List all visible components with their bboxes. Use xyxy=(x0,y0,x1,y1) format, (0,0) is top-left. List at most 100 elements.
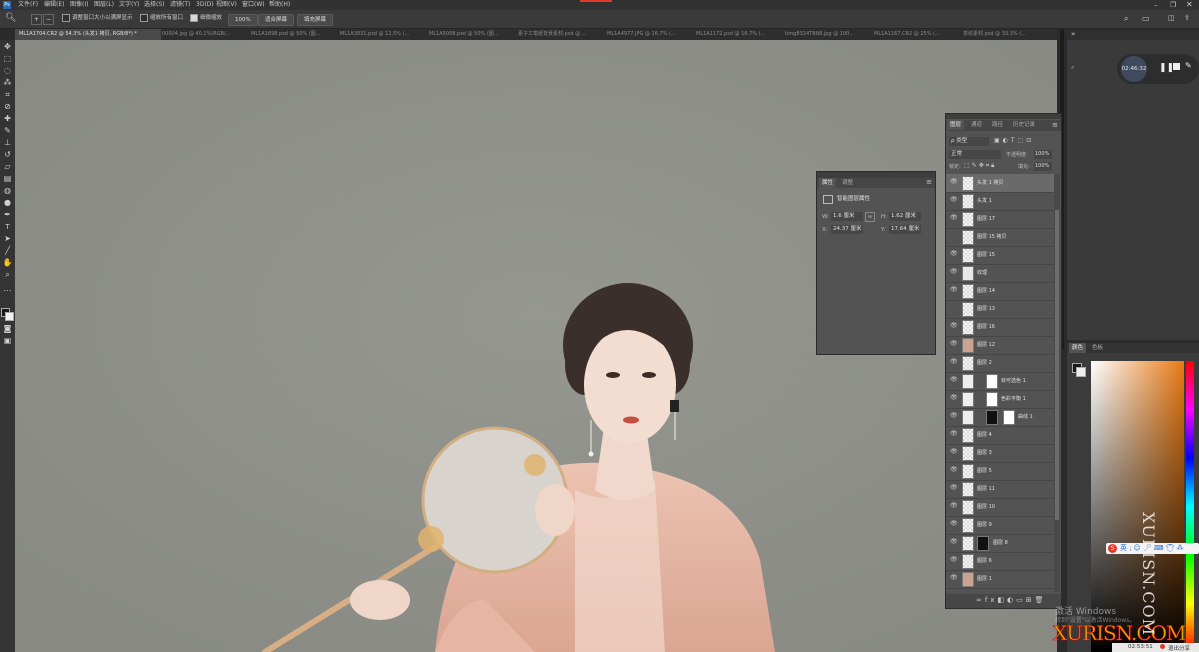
background-color-swatch[interactable] xyxy=(5,312,14,321)
clone-stamp-icon[interactable]: ⊥ xyxy=(2,138,13,148)
blend-mode-select[interactable]: 正常 xyxy=(949,150,1001,159)
gradient-icon[interactable]: ▤ xyxy=(2,174,13,184)
menu-3d[interactable]: 3D(D) xyxy=(196,0,214,10)
dodge-tool-icon[interactable]: ● xyxy=(2,198,13,208)
menu-help[interactable]: 帮助(H) xyxy=(269,0,290,10)
tab-channels[interactable]: 通道 xyxy=(968,120,985,130)
line-tool-icon[interactable]: ╱ xyxy=(2,246,13,256)
visibility-eye-icon[interactable]: 👁︎ xyxy=(950,196,958,204)
menu-view[interactable]: 视图(V) xyxy=(216,0,237,10)
fit-screen-button[interactable]: 适合屏幕 xyxy=(258,14,295,26)
arrange-icon[interactable]: ◫ xyxy=(1168,14,1175,22)
visibility-eye-icon[interactable]: 👁︎ xyxy=(950,466,958,474)
layers-scrollbar-thumb[interactable] xyxy=(1055,210,1059,520)
filter-icons[interactable]: ▣◐T⬚⊡ xyxy=(994,137,1034,144)
layer-row[interactable]: 👁︎ 图层 15 xyxy=(946,246,1054,265)
visibility-eye-icon[interactable]: 👁︎ xyxy=(950,484,958,492)
visibility-eye-icon[interactable]: 👁︎ xyxy=(950,412,958,420)
move-tool-icon[interactable]: ✥ xyxy=(2,42,13,52)
layer-row[interactable]: 👁︎ 图层 8 xyxy=(946,534,1054,553)
pencil-icon[interactable]: ✎ xyxy=(1185,61,1192,70)
hand-tool-icon[interactable]: ✋ xyxy=(2,258,13,268)
exit-share-button[interactable]: 退出分享 xyxy=(1168,644,1190,652)
zoom-in-icon[interactable]: + xyxy=(31,14,42,25)
visibility-eye-icon[interactable]: 👁︎ xyxy=(950,340,958,348)
visibility-eye-icon[interactable]: 👁︎ xyxy=(950,214,958,222)
menu-edit[interactable]: 编辑(E) xyxy=(44,0,64,10)
search-icon[interactable]: ⌕ xyxy=(1071,64,1074,72)
tab-paths[interactable]: 路径 xyxy=(989,120,1006,130)
hue-slider[interactable] xyxy=(1186,361,1194,652)
tab-document-1[interactable]: ML1A1704.CR2 @ 54.3% (头发1 拷贝, RGB/8*) * xyxy=(15,29,161,40)
visibility-eye-icon[interactable]: 👁︎ xyxy=(950,574,958,582)
pen-tool-icon[interactable]: ✒ xyxy=(2,210,13,220)
visibility-eye-icon[interactable]: 👁︎ xyxy=(950,322,958,330)
layer-row[interactable]: 👁︎ 图层 1 xyxy=(946,570,1054,589)
layer-row[interactable]: 👁︎ 纹理 xyxy=(946,264,1054,283)
background-color-swatch[interactable] xyxy=(1076,367,1086,377)
visibility-eye-icon[interactable]: 👁︎ xyxy=(950,520,958,528)
menu-type[interactable]: 文字(Y) xyxy=(119,0,139,10)
collapse-icon[interactable]: » xyxy=(1071,30,1075,38)
layer-row[interactable]: 👁︎ 图层 3 xyxy=(946,444,1054,463)
link-icon[interactable]: ∞ xyxy=(865,212,875,222)
visibility-eye-icon[interactable]: 👁︎ xyxy=(950,250,958,258)
zoom-100-button[interactable]: 100% xyxy=(228,14,258,26)
healing-brush-icon[interactable]: ✚ xyxy=(2,114,13,124)
panel-menu-icon[interactable]: ≡ xyxy=(1052,121,1058,129)
fill-screen-button[interactable]: 填充屏幕 xyxy=(297,14,334,26)
visibility-eye-icon[interactable]: 👁︎ xyxy=(950,268,958,276)
layer-row[interactable]: 👁︎ 图层 5 xyxy=(946,462,1054,481)
screen-mode-icon[interactable]: ▣ xyxy=(2,336,13,346)
close-icon[interactable]: ✕ xyxy=(1186,0,1193,9)
zoom-tool-icon[interactable]: ⌕ xyxy=(2,270,13,280)
restore-icon[interactable]: ❐ xyxy=(1170,1,1176,9)
type-tool-icon[interactable]: T xyxy=(2,222,13,232)
marquee-tool-icon[interactable]: ⬚ xyxy=(2,54,13,64)
crop-tool-icon[interactable]: ⌗ xyxy=(2,90,13,100)
tab-document-8[interactable]: ML1A1172.psd @ 16.7% (... xyxy=(692,29,784,40)
menu-layer[interactable]: 图层(L) xyxy=(94,0,114,10)
menu-image[interactable]: 图像(I) xyxy=(70,0,88,10)
lasso-tool-icon[interactable]: ◌ xyxy=(2,66,13,76)
visibility-eye-icon[interactable]: 👁︎ xyxy=(950,178,958,186)
tab-history[interactable]: 历史记录 xyxy=(1010,120,1038,130)
tab-document-3[interactable]: ML1A1698.psd @ 50% (图... xyxy=(247,29,339,40)
visibility-eye-icon[interactable]: 👁︎ xyxy=(950,286,958,294)
visibility-eye-icon[interactable]: 👁︎ xyxy=(950,448,958,456)
visibility-eye-icon[interactable]: 👁︎ xyxy=(950,376,958,384)
layer-row[interactable]: 👁︎ 色彩平衡 1 xyxy=(946,390,1054,409)
scrubby-zoom-checkbox[interactable]: 细微缩放 xyxy=(190,13,222,24)
layer-row[interactable]: 👁︎ 图层 10 xyxy=(946,498,1054,517)
menu-filter[interactable]: 滤镜(T) xyxy=(170,0,190,10)
eraser-icon[interactable]: ▱ xyxy=(2,162,13,172)
fill-field[interactable]: 100% xyxy=(1034,162,1052,171)
panel-grip[interactable] xyxy=(946,114,1061,119)
panel-menu-icon[interactable]: ≡ xyxy=(926,178,932,186)
visibility-eye-icon[interactable]: 👁︎ xyxy=(950,394,958,402)
layer-row[interactable]: 👁︎ 图层 16 xyxy=(946,318,1054,337)
layer-row[interactable]: 👁︎ 目可选色 1 xyxy=(946,372,1054,391)
stop-icon[interactable] xyxy=(1173,63,1180,70)
tab-document-4[interactable]: ML1A3831.psd @ 12.5% (... xyxy=(336,29,428,40)
visibility-eye-icon[interactable]: 👁︎ xyxy=(950,430,958,438)
tab-adjustments[interactable]: 调整 xyxy=(839,178,856,188)
menu-file[interactable]: 文件(F) xyxy=(18,0,38,10)
layer-row[interactable]: 👁︎ 图层 2 xyxy=(946,354,1054,373)
path-select-icon[interactable]: ➤ xyxy=(2,234,13,244)
tab-color[interactable]: 颜色 xyxy=(1069,343,1087,353)
layer-row[interactable]: 👁︎ 图层 14 xyxy=(946,282,1054,301)
layers-scrollbar[interactable] xyxy=(1054,174,1060,592)
search-icon[interactable]: ⌕ xyxy=(1124,14,1128,24)
x-field[interactable]: 24.37 厘米 xyxy=(831,225,863,234)
zoom-all-checkbox[interactable]: 缩放所有窗口 xyxy=(140,13,183,24)
layer-row[interactable]: 👁︎ 图层 12 xyxy=(946,336,1054,355)
menu-window[interactable]: 窗口(W) xyxy=(242,0,265,10)
history-brush-icon[interactable]: ↺ xyxy=(2,150,13,160)
tab-document-10[interactable]: ML1A1167.CR2 @ 25% (... xyxy=(870,29,962,40)
brush-tool-icon[interactable]: ✎ xyxy=(2,126,13,136)
blur-tool-icon[interactable]: ◍ xyxy=(2,186,13,196)
tab-document-7[interactable]: ML1A4977.JPG @ 16.7% (... xyxy=(603,29,695,40)
layer-row[interactable]: 图层 13 xyxy=(946,300,1054,319)
y-field[interactable]: 17.64 厘米 xyxy=(889,225,921,234)
